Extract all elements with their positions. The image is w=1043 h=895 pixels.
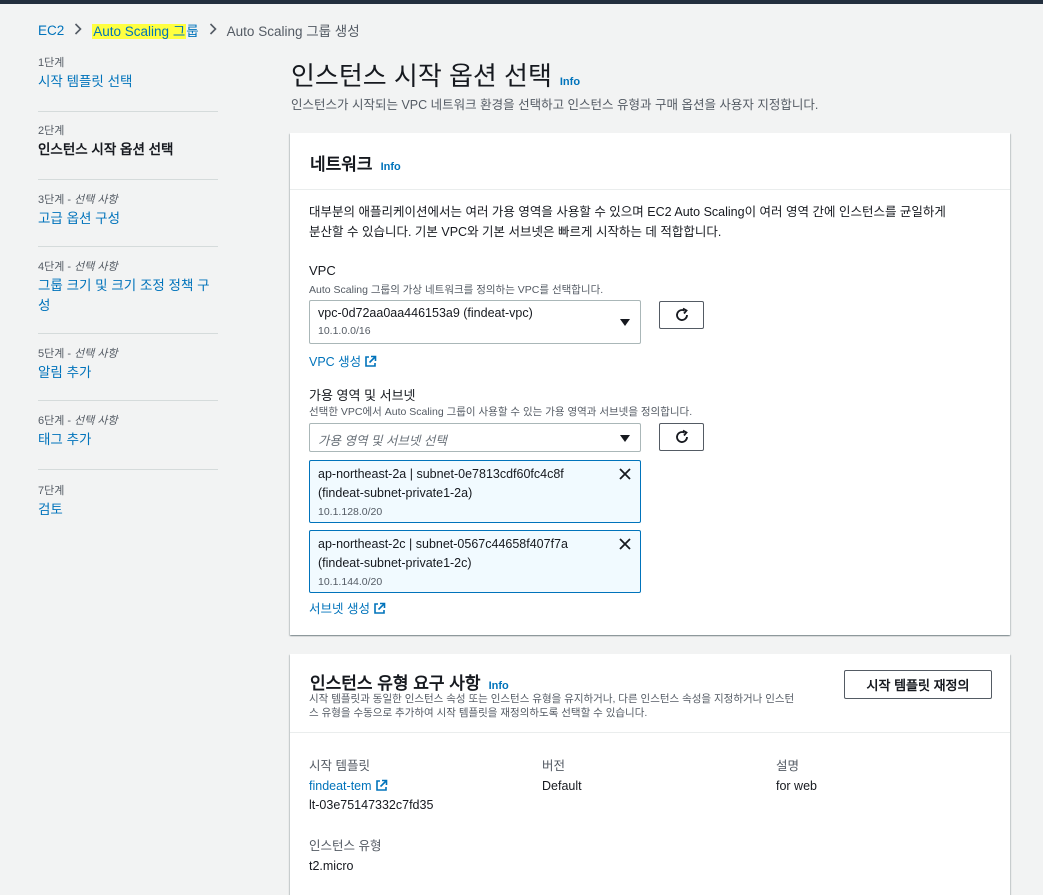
remove-subnet-button[interactable] bbox=[618, 467, 632, 481]
az-subnet-select[interactable]: 가용 영역 및 서브넷 선택 bbox=[309, 423, 641, 452]
chevron-right-icon bbox=[74, 22, 82, 38]
network-heading: 네트워크 Info bbox=[310, 155, 401, 174]
step-4: 4단계 - 선택 사항 그룹 크기 및 크기 조정 정책 구성 bbox=[38, 247, 218, 334]
page-title: 인스턴스 시작 옵션 선택 Info bbox=[291, 56, 580, 93]
step-2-current: 인스턴스 시작 옵션 선택 bbox=[38, 142, 174, 157]
breadcrumb-auto-scaling-link[interactable]: Auto Scaling 그룹 bbox=[92, 20, 199, 40]
subnet-token-line1: ap-northeast-2a | subnet-0e7813cdf60fc4c… bbox=[318, 467, 564, 481]
refresh-icon bbox=[675, 429, 688, 443]
remove-subnet-button[interactable] bbox=[618, 537, 632, 551]
step-3-link[interactable]: 고급 옵션 구성 bbox=[38, 209, 218, 229]
launch-template-id: lt-03e75147332c7fd35 bbox=[309, 798, 434, 812]
breadcrumb-current: Auto Scaling 그룹 생성 bbox=[226, 24, 360, 39]
page-description: 인스턴스가 시작되는 VPC 네트워크 환경을 선택하고 인스턴스 유형과 구매… bbox=[291, 98, 819, 112]
breadcrumb-auto-scaling-text: Auto Scaling bbox=[93, 24, 173, 39]
page-info-link[interactable]: Info bbox=[560, 76, 580, 88]
network-panel-header: 네트워크 Info bbox=[290, 133, 1010, 190]
az-subnet-placeholder: 가용 영역 및 서브넷 선택 bbox=[318, 434, 447, 448]
page-title-text: 인스턴스 시작 옵션 선택 bbox=[291, 61, 552, 91]
subnet-token-cidr: 10.1.144.0/20 bbox=[318, 576, 383, 588]
vpc-refresh-button[interactable] bbox=[659, 301, 704, 329]
az-label: 가용 영역 및 서브넷 bbox=[309, 388, 416, 403]
template-description-label: 설명 bbox=[776, 759, 800, 773]
step-2: 2단계 인스턴스 시작 옵션 선택 bbox=[38, 112, 218, 180]
vpc-label: VPC bbox=[309, 263, 336, 278]
wizard-steps-nav: 1단계 시작 템플릿 선택 2단계 인스턴스 시작 옵션 선택 3단계 - 선택… bbox=[38, 56, 218, 530]
subnet-create-link[interactable]: 서브넷 생성 bbox=[309, 598, 386, 617]
network-info-link[interactable]: Info bbox=[381, 161, 401, 173]
vpc-create-link[interactable]: VPC 생성 bbox=[309, 351, 377, 370]
step-6: 6단계 - 선택 사항 태그 추가 bbox=[38, 401, 218, 470]
subnet-token-line2: (findeat-subnet-private1-2a) bbox=[318, 486, 473, 500]
vpc-select[interactable]: vpc-0d72aa0aa446153a9 (findeat-vpc) 10.1… bbox=[309, 300, 641, 344]
version-label: 버전 bbox=[542, 759, 566, 773]
step-5-link[interactable]: 알림 추가 bbox=[38, 363, 218, 383]
vpc-description: Auto Scaling 그룹의 가상 네트워크를 정의하는 VPC를 선택합니… bbox=[309, 284, 604, 296]
refresh-icon bbox=[675, 307, 688, 321]
subnet-token-2c: ap-northeast-2c | subnet-0567c44658f407f… bbox=[309, 530, 641, 593]
instance-type-panel-header: 인스턴스 유형 요구 사항 Info 시작 템플릿과 동일한 인스턴스 속성 또… bbox=[290, 654, 1010, 733]
subnet-token-2a: ap-northeast-2a | subnet-0e7813cdf60fc4c… bbox=[309, 460, 641, 523]
step-label: 3단계 - 선택 사항 bbox=[38, 194, 118, 206]
launch-template-link[interactable]: findeat-tem bbox=[309, 779, 388, 793]
breadcrumb-highlight: Auto Scaling 그 bbox=[92, 24, 187, 39]
network-panel: 네트워크 Info 대부분의 애플리케이션에서는 여러 가용 영역을 사용할 수… bbox=[290, 133, 1010, 635]
az-description: 선택한 VPC에서 Auto Scaling 그룹이 사용할 수 있는 가용 영… bbox=[309, 406, 693, 418]
az-refresh-button[interactable] bbox=[659, 423, 704, 451]
step-label: 4단계 - 선택 사항 bbox=[38, 261, 118, 273]
step-label: 6단계 - 선택 사항 bbox=[38, 415, 118, 427]
instance-type-label: 인스턴스 유형 bbox=[309, 839, 382, 853]
vpc-selected-value: vpc-0d72aa0aa446153a9 (findeat-vpc) bbox=[318, 306, 533, 320]
subnet-token-line1: ap-northeast-2c | subnet-0567c44658f407f… bbox=[318, 537, 568, 551]
step-3: 3단계 - 선택 사항 고급 옵션 구성 bbox=[38, 180, 218, 247]
version-value: Default bbox=[542, 779, 582, 793]
step-1: 1단계 시작 템플릿 선택 bbox=[38, 56, 218, 112]
step-label: 2단계 bbox=[38, 125, 65, 137]
step-4-link[interactable]: 그룹 크기 및 크기 조정 정책 구성 bbox=[38, 276, 216, 316]
caret-down-icon bbox=[620, 319, 630, 326]
breadcrumb: EC2 Auto Scaling 그룹 Auto Scaling 그룹 생성 bbox=[38, 20, 360, 40]
template-description-value: for web bbox=[776, 779, 817, 793]
chevron-right-icon bbox=[209, 22, 217, 38]
close-icon bbox=[619, 538, 631, 550]
breadcrumb-ec2-link[interactable]: EC2 bbox=[38, 23, 64, 38]
subnet-token-line2: (findeat-subnet-private1-2c) bbox=[318, 556, 472, 570]
subnet-token-cidr: 10.1.128.0/20 bbox=[318, 506, 383, 518]
step-5: 5단계 - 선택 사항 알림 추가 bbox=[38, 334, 218, 401]
vpc-cidr: 10.1.0.0/16 bbox=[318, 325, 371, 337]
instance-type-panel: 인스턴스 유형 요구 사항 Info 시작 템플릿과 동일한 인스턴스 속성 또… bbox=[290, 654, 1010, 895]
top-bar bbox=[0, 0, 1043, 4]
breadcrumb-auto-scaling-text3: 룹 bbox=[186, 24, 199, 39]
override-launch-template-button[interactable]: 시작 템플릿 재정의 bbox=[844, 670, 992, 699]
step-7-link[interactable]: 검토 bbox=[38, 500, 218, 520]
network-intro: 대부분의 애플리케이션에서는 여러 가용 영역을 사용할 수 있으며 EC2 A… bbox=[309, 205, 946, 239]
caret-down-icon bbox=[620, 435, 630, 442]
external-link-icon bbox=[375, 779, 387, 791]
step-label: 1단계 bbox=[38, 57, 65, 69]
breadcrumb-auto-scaling-text2: 그 bbox=[172, 24, 186, 39]
external-link-icon bbox=[374, 602, 386, 614]
external-link-icon bbox=[365, 355, 377, 367]
step-label: 7단계 bbox=[38, 485, 65, 497]
step-label: 5단계 - 선택 사항 bbox=[38, 348, 118, 360]
step-1-link[interactable]: 시작 템플릿 선택 bbox=[38, 72, 218, 92]
close-icon bbox=[619, 468, 631, 480]
instance-type-info-link[interactable]: Info bbox=[489, 680, 509, 692]
instance-type-value: t2.micro bbox=[309, 859, 354, 873]
step-6-link[interactable]: 태그 추가 bbox=[38, 430, 218, 450]
launch-template-label: 시작 템플릿 bbox=[309, 759, 370, 773]
step-7: 7단계 검토 bbox=[38, 470, 218, 530]
instance-type-description: 시작 템플릿과 동일한 인스턴스 속성 또는 인스턴스 유형을 유지하거나, 다… bbox=[309, 693, 795, 719]
